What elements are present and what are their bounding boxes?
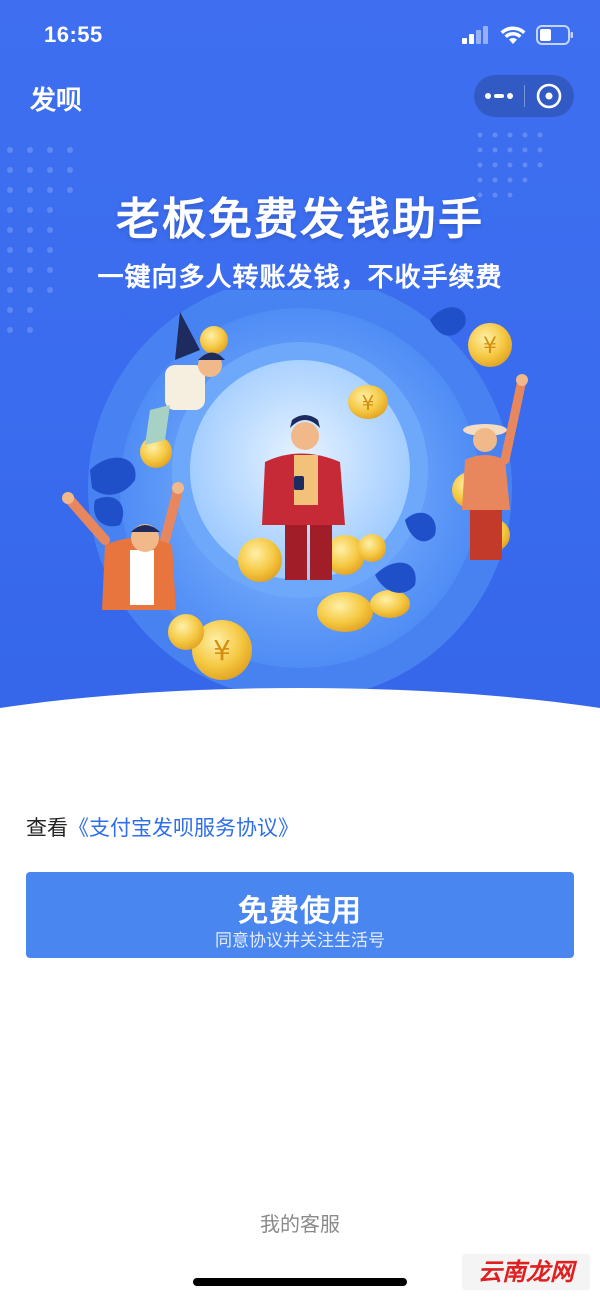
close-circle-icon [536, 83, 562, 109]
cellular-signal-icon [462, 26, 488, 44]
more-button[interactable] [474, 75, 524, 117]
hero-headline: 老板免费发钱助手 [116, 194, 484, 245]
agreement-row: 查看《支付宝发呗服务协议》 [26, 812, 299, 842]
close-button[interactable] [524, 75, 574, 117]
status-time: 16:55 [44, 22, 103, 47]
status-bar: 16:55 [0, 0, 600, 70]
svg-text:¥: ¥ [362, 391, 375, 415]
free-use-button[interactable]: 免费使用 同意协议并关注生活号 [26, 872, 574, 958]
mini-program-capsule [474, 75, 574, 117]
agreement-link[interactable]: 《支付宝发呗服务协议》 [68, 816, 299, 840]
home-indicator [193, 1278, 407, 1286]
free-use-button-label: 免费使用 [238, 894, 362, 929]
svg-text:¥: ¥ [213, 634, 231, 667]
customer-service-link[interactable]: 我的客服 [0, 1208, 600, 1237]
hero-illustration: ¥ ¥ ¥ [62, 290, 528, 700]
more-dots-icon [484, 93, 513, 99]
svg-text:¥: ¥ [483, 334, 497, 359]
agreement-prefix: 查看 [26, 816, 68, 840]
free-use-button-sublabel: 同意协议并关注生活号 [215, 931, 385, 951]
hero-subline: 一键向多人转账发钱，不收手续费 [97, 263, 503, 293]
hero-banner: 16:55 发呗 老板免费发钱助手 一键向多人转账发钱，不收手续费 ¥ ¥ ¥ [0, 0, 600, 730]
wifi-icon [500, 25, 526, 44]
battery-icon [536, 25, 573, 45]
watermark: 云南龙网 [462, 1254, 590, 1290]
status-icons [462, 25, 574, 45]
page-title: 发呗 [30, 86, 83, 116]
